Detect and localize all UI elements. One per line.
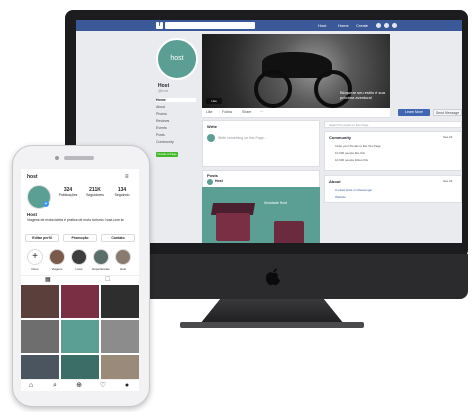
post-author-avatar: [207, 179, 213, 185]
community-title: Community: [329, 135, 351, 140]
community-likes: 10,000 people like this: [335, 151, 365, 155]
composer-card: Write Write something on this Page...: [202, 120, 320, 167]
about-messenger-link[interactable]: Contact Host on Messenger: [335, 188, 372, 192]
grid-photo[interactable]: [61, 285, 99, 318]
home-icon[interactable]: ⌂: [27, 382, 35, 390]
add-story-icon[interactable]: +: [43, 201, 49, 207]
cover-like-button[interactable]: Like: [206, 98, 222, 104]
highlight-experiences[interactable]: [93, 249, 109, 265]
about-card: About See All Contact Host on Messenger …: [324, 175, 462, 203]
highlight-label: Lives: [75, 267, 83, 271]
search-posts-field[interactable]: Search for posts on this Page: [324, 121, 462, 128]
menu-icon[interactable]: ≡: [125, 174, 129, 180]
grid-photo[interactable]: [61, 320, 99, 353]
grid-photo[interactable]: [101, 285, 139, 318]
facebook-search-input[interactable]: [165, 22, 255, 29]
about-see-all[interactable]: See All: [443, 179, 452, 183]
highlight-host[interactable]: [115, 249, 131, 265]
like-button[interactable]: Like: [206, 110, 212, 115]
instagram-profile-screen: host ≡ + 324 Publicações 211K Seguidores…: [21, 169, 139, 391]
ig-stat-followers[interactable]: 211K Seguidores: [82, 187, 108, 197]
profile-avatar-icon[interactable]: ●: [123, 382, 131, 390]
community-invite[interactable]: Invite your friends to like this Page: [335, 144, 381, 148]
cover-photo[interactable]: Bloquear seu estilo é sua próxima aventu…: [202, 34, 390, 108]
edit-profile-button[interactable]: Editar perfil: [25, 234, 59, 242]
more-button[interactable]: ···: [260, 110, 264, 115]
nav-posts[interactable]: Posts: [156, 133, 196, 137]
ig-username[interactable]: host: [27, 174, 38, 180]
ig-stat-label: Seguindo: [114, 193, 130, 197]
promotion-button[interactable]: Promoção: [63, 234, 97, 242]
nav-community[interactable]: Community: [156, 140, 196, 144]
motorcycle-wheel: [314, 70, 352, 108]
topbar-user-link[interactable]: Host: [318, 22, 326, 29]
imac-stand: [200, 299, 344, 324]
about-title: About: [329, 179, 341, 184]
grid-photo[interactable]: [21, 285, 59, 318]
about-website-link[interactable]: Website: [335, 195, 346, 199]
ig-stat-following[interactable]: 134 Seguindo: [109, 187, 135, 197]
highlight-label: Experiências: [92, 267, 110, 271]
write-label: Write: [207, 124, 217, 129]
notifications-icon[interactable]: [392, 23, 397, 28]
topbar-create-link[interactable]: Create: [356, 22, 368, 29]
search-icon[interactable]: ⌕: [51, 382, 59, 390]
topbar-home-link[interactable]: Home: [338, 22, 349, 29]
ig-stat-label: Publicações: [58, 193, 78, 197]
page-handle: @host: [158, 89, 169, 93]
activity-heart-icon[interactable]: ♡: [99, 382, 107, 390]
earpiece-speaker: [64, 156, 94, 160]
highlight-label: Viagens: [51, 267, 63, 271]
highlight-lives[interactable]: [71, 249, 87, 265]
new-highlight-icon[interactable]: +: [27, 249, 43, 265]
follow-button[interactable]: Follow: [222, 110, 232, 115]
community-see-all[interactable]: See All: [443, 135, 452, 139]
grid-photo[interactable]: [101, 320, 139, 353]
contact-button[interactable]: Contato: [101, 234, 135, 242]
tagged-icon[interactable]: ☐: [105, 277, 110, 284]
highlight-label: Host: [119, 267, 127, 271]
case-image: [274, 221, 304, 243]
front-camera: [55, 156, 59, 160]
composer-input[interactable]: Write something on this Page...: [218, 136, 267, 140]
ig-profile-name: Host: [27, 212, 37, 217]
messenger-icon[interactable]: [384, 23, 389, 28]
grid-view-icon[interactable]: ▦: [45, 277, 51, 284]
post-image-label: Novidade Host: [264, 201, 287, 205]
nav-about[interactable]: About: [156, 105, 196, 109]
posts-header: Posts: [207, 173, 218, 178]
cover-caption: Bloquear seu estilo é sua próxima aventu…: [340, 90, 385, 100]
send-message-button[interactable]: Send Message: [433, 109, 462, 116]
post-author[interactable]: Host: [215, 179, 223, 183]
case-image: [216, 213, 250, 241]
friends-icon[interactable]: [376, 23, 381, 28]
ig-bio: Viagens de motocicleta e prática de moto…: [27, 218, 124, 222]
ig-stat-label: Seguidores: [86, 193, 104, 197]
highlight-travel[interactable]: [49, 249, 65, 265]
facebook-logo-icon[interactable]: f: [156, 22, 163, 29]
apple-logo-icon: [266, 268, 280, 286]
nav-events[interactable]: Events: [156, 126, 196, 130]
learn-more-button[interactable]: Learn More: [398, 109, 430, 116]
motorcycle-wheel: [254, 70, 292, 108]
search-posts-placeholder: Search for posts on this Page: [329, 123, 369, 127]
composer-avatar: [207, 134, 215, 142]
page-action-bar: Like Follow Share ···: [202, 108, 390, 118]
post-image[interactable]: Novidade Host: [202, 187, 320, 243]
community-follows: 10,000 people follow this: [335, 158, 369, 162]
community-card: Community See All Invite your friends to…: [324, 131, 462, 171]
grid-photo[interactable]: [21, 320, 59, 353]
imac-base: [180, 322, 364, 328]
share-button[interactable]: Share: [242, 110, 251, 115]
ig-bottom-nav: ⌂ ⌕ ⊕ ♡ ●: [21, 379, 139, 391]
highlight-label: Novo: [31, 267, 39, 271]
nav-photos[interactable]: Photos: [156, 112, 196, 116]
nav-reviews[interactable]: Reviews: [156, 119, 196, 123]
facebook-top-bar: [76, 20, 462, 31]
page-avatar[interactable]: host: [156, 38, 198, 80]
nav-home[interactable]: Home: [156, 98, 196, 102]
create-page-button[interactable]: Create a Page: [156, 152, 178, 157]
add-post-icon[interactable]: ⊕: [75, 382, 83, 390]
ig-stat-posts[interactable]: 324 Publicações: [55, 187, 81, 197]
